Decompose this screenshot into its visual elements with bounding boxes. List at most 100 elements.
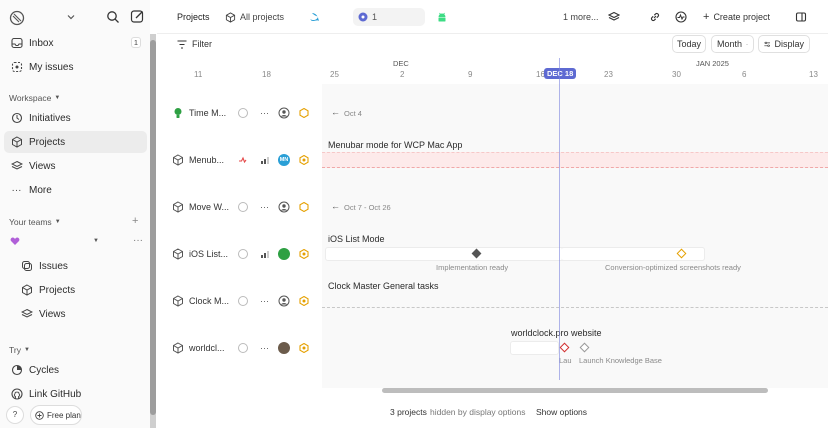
- compose-icon[interactable]: [130, 9, 145, 24]
- sidebar-item-label: Issues: [39, 260, 68, 272]
- chevron-down-icon: [746, 43, 748, 45]
- status-icon[interactable]: [238, 343, 248, 353]
- stack-icon[interactable]: [608, 11, 620, 23]
- tab-projects[interactable]: Projects: [171, 8, 216, 26]
- sidebar-item-team-issues[interactable]: Issues: [4, 255, 147, 277]
- unassigned-lead-icon[interactable]: [278, 201, 290, 213]
- sidebar-item-cycles[interactable]: Cycles: [4, 359, 147, 381]
- hidden-projects-footer: 3 projects hidden by display options Sho…: [157, 400, 828, 424]
- bar-title[interactable]: iOS List Mode: [328, 234, 385, 244]
- sidebar-item-inbox[interactable]: Inbox 1: [4, 32, 147, 54]
- sidebar-item-projects[interactable]: Projects: [4, 131, 147, 153]
- today-button[interactable]: Today: [672, 35, 706, 53]
- sidebar-item-my-issues[interactable]: My issues: [4, 56, 147, 78]
- project-bar[interactable]: [510, 341, 559, 355]
- create-project-button[interactable]: + Create project: [703, 9, 770, 25]
- project-row[interactable]: Clock M... ···: [157, 287, 322, 315]
- display-button[interactable]: Display: [758, 35, 810, 53]
- activity-status-icon[interactable]: [238, 155, 248, 165]
- health-icon[interactable]: [299, 202, 309, 212]
- arrow-left-icon[interactable]: ←: [331, 201, 340, 211]
- sidebar-item-more[interactable]: ··· More: [4, 179, 147, 201]
- priority-medium-icon[interactable]: [260, 155, 270, 165]
- pulse-icon[interactable]: [675, 11, 687, 23]
- health-icon[interactable]: [299, 249, 309, 259]
- cube-icon: [173, 295, 183, 307]
- health-icon[interactable]: [299, 155, 309, 165]
- project-row[interactable]: iOS List...: [157, 240, 322, 268]
- no-priority-icon[interactable]: ···: [260, 202, 269, 212]
- try-section-header[interactable]: Try ▼: [9, 345, 30, 355]
- priority-medium-icon[interactable]: [260, 249, 270, 259]
- sidebar-scrollbar-thumb[interactable]: [150, 40, 156, 415]
- sidebar: Inbox 1 My issues Workspace ▼ Initiative…: [0, 0, 150, 428]
- tab-team-pill[interactable]: 1: [353, 8, 425, 26]
- android-icon[interactable]: [436, 11, 448, 23]
- tab-all-projects[interactable]: All projects: [219, 8, 290, 26]
- link-icon[interactable]: [649, 11, 661, 23]
- team-heart-icon[interactable]: [10, 236, 20, 246]
- sidebar-item-label: Projects: [39, 284, 76, 296]
- tab-more[interactable]: 1 more...: [557, 8, 605, 26]
- status-icon[interactable]: [238, 296, 248, 306]
- cube-icon: [173, 342, 183, 354]
- project-name: iOS List...: [189, 249, 229, 259]
- no-priority-icon[interactable]: ···: [260, 343, 269, 353]
- timeline-horizontal-scrollbar[interactable]: [382, 388, 768, 393]
- bar-title[interactable]: worldclock.pro website: [511, 328, 602, 338]
- arrow-left-icon[interactable]: ←: [331, 107, 340, 117]
- show-options-link[interactable]: Show options: [536, 407, 587, 417]
- no-priority-icon[interactable]: ···: [260, 296, 269, 306]
- chevron-down-icon[interactable]: [66, 12, 76, 22]
- workspace-section-header[interactable]: Workspace ▼: [9, 93, 60, 103]
- project-row[interactable]: Move W... ···: [157, 193, 322, 221]
- cube-icon: [225, 11, 236, 23]
- project-row[interactable]: worldcl... ···: [157, 334, 322, 362]
- timeline-canvas[interactable]: [322, 84, 828, 388]
- project-row[interactable]: Time M... ···: [157, 99, 322, 127]
- sidebar-item-link-github[interactable]: Link GitHub: [4, 383, 147, 405]
- no-priority-icon[interactable]: ···: [260, 108, 269, 118]
- status-icon[interactable]: [238, 202, 248, 212]
- zoom-label: Month: [717, 39, 743, 49]
- free-plan-button[interactable]: Free plan: [30, 405, 82, 425]
- lead-avatar[interactable]: MN: [278, 154, 290, 166]
- milestone-label: Lau: [559, 356, 572, 365]
- unassigned-lead-icon[interactable]: [278, 107, 290, 119]
- caret-down-icon[interactable]: ▼: [93, 238, 99, 244]
- health-icon[interactable]: [299, 343, 309, 353]
- workspace-logo-icon[interactable]: [9, 10, 25, 26]
- sidebar-item-team-views[interactable]: Views: [4, 303, 147, 325]
- filter-label: Filter: [192, 39, 212, 49]
- sidebar-item-team-projects[interactable]: Projects: [4, 279, 147, 301]
- sidebar-item-views[interactable]: Views: [4, 155, 147, 177]
- bar-title[interactable]: Menubar mode for WCP Mac App: [328, 140, 462, 150]
- cube-icon: [10, 136, 23, 149]
- status-icon[interactable]: [238, 108, 248, 118]
- lead-avatar[interactable]: [278, 248, 290, 260]
- health-icon[interactable]: [299, 108, 309, 118]
- help-button[interactable]: ?: [6, 406, 24, 424]
- search-icon[interactable]: [106, 10, 120, 24]
- initiatives-icon: [10, 112, 23, 125]
- day-label: 9: [468, 70, 473, 79]
- plus-circle-icon: [35, 410, 44, 420]
- sidebar-item-initiatives[interactable]: Initiatives: [4, 107, 147, 129]
- filter-button[interactable]: Filter: [177, 39, 212, 49]
- project-row[interactable]: Menub... MN: [157, 146, 322, 174]
- add-team-icon[interactable]: +: [132, 215, 138, 227]
- teams-section-header[interactable]: Your teams ▼: [9, 217, 61, 227]
- sidebar-toggle-icon[interactable]: [795, 11, 807, 23]
- layers-icon: [20, 308, 33, 321]
- day-label: 23: [604, 70, 613, 79]
- status-icon[interactable]: [238, 249, 248, 259]
- unassigned-lead-icon[interactable]: [278, 295, 290, 307]
- health-icon[interactable]: [299, 296, 309, 306]
- swift-icon[interactable]: [308, 11, 320, 23]
- zoom-select[interactable]: Month: [711, 35, 754, 53]
- lead-avatar[interactable]: [278, 342, 290, 354]
- day-label: 13: [809, 70, 818, 79]
- issues-icon: [20, 260, 33, 273]
- bar-title[interactable]: Clock Master General tasks: [328, 281, 439, 291]
- team-more-icon[interactable]: ···: [133, 235, 143, 246]
